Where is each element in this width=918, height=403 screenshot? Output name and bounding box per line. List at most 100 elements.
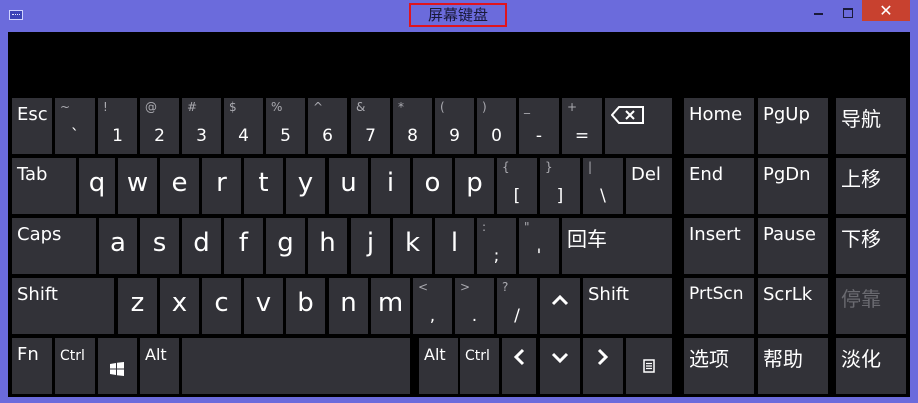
key-y[interactable]: y [286, 158, 325, 214]
key-g[interactable]: g [266, 218, 305, 274]
key-1[interactable]: ! 1 [98, 98, 137, 154]
key-arrow-down[interactable] [540, 338, 580, 394]
key-right-alt[interactable]: Alt [419, 338, 458, 394]
key-p[interactable]: p [455, 158, 494, 214]
key-v[interactable]: v [244, 278, 283, 334]
key-d[interactable]: d [182, 218, 221, 274]
windows-logo-icon [110, 362, 124, 376]
key-0[interactable]: ) 0 [477, 98, 516, 154]
key-h[interactable]: h [308, 218, 347, 274]
key-z[interactable]: z [118, 278, 157, 334]
key-end[interactable]: End [684, 158, 754, 214]
key-pgup[interactable]: PgUp [758, 98, 828, 154]
arrow-up-icon [551, 294, 569, 306]
key-l[interactable]: l [435, 218, 474, 274]
key-9[interactable]: ( 9 [435, 98, 474, 154]
key-pgdn[interactable]: PgDn [758, 158, 828, 214]
key-shift-label: } [545, 160, 553, 174]
key-arrow-right[interactable] [583, 338, 623, 394]
key-label: 停靠 [841, 287, 881, 311]
key-navigate[interactable]: 导航 [836, 98, 906, 154]
key-e[interactable]: e [160, 158, 199, 214]
key-options[interactable]: 选项 [684, 338, 754, 394]
key-space[interactable] [182, 338, 410, 394]
key-main-label: ' [536, 246, 542, 266]
title-bar[interactable]: 屏幕键盘 ✕ [0, 0, 918, 32]
key-label: Fn [17, 344, 39, 365]
key-home[interactable]: Home [684, 98, 754, 154]
key-left-shift[interactable]: Shift [12, 278, 114, 334]
key-7[interactable]: & 7 [351, 98, 390, 154]
key-backtick[interactable]: ~ ` [55, 98, 95, 154]
key-windows[interactable] [98, 338, 137, 394]
key-arrow-up[interactable] [540, 278, 580, 334]
key-arrow-left[interactable] [502, 338, 536, 394]
key-label: a [110, 228, 126, 258]
minimize-button[interactable] [808, 2, 830, 22]
key-scrlk[interactable]: ScrLk [758, 278, 828, 334]
key-label: y [297, 168, 314, 198]
key-dock[interactable]: 停靠 [836, 278, 906, 334]
key-del[interactable]: Del [626, 158, 672, 214]
key-3[interactable]: # 3 [182, 98, 221, 154]
key-semicolon[interactable]: : ; [477, 218, 516, 274]
key-5[interactable]: % 5 [266, 98, 305, 154]
key-comma[interactable]: < , [413, 278, 452, 334]
key-minus[interactable]: _ - [519, 98, 559, 154]
key-caps[interactable]: Caps [12, 218, 96, 274]
key-m[interactable]: m [371, 278, 410, 334]
key-label: 回车 [567, 227, 607, 251]
key-right-bracket[interactable]: } ] [540, 158, 580, 214]
key-prtscn[interactable]: PrtScn [684, 278, 754, 334]
key-menu[interactable] [626, 338, 672, 394]
key-pause[interactable]: Pause [758, 218, 828, 274]
key-main-label: 9 [449, 126, 460, 146]
key-period[interactable]: > . [455, 278, 494, 334]
key-help[interactable]: 帮助 [758, 338, 828, 394]
key-o[interactable]: o [413, 158, 452, 214]
key-label: Tab [17, 164, 48, 185]
key-move-down[interactable]: 下移 [836, 218, 906, 274]
key-i[interactable]: i [371, 158, 410, 214]
key-esc[interactable]: Esc [12, 98, 52, 154]
key-u[interactable]: u [329, 158, 368, 214]
close-button[interactable]: ✕ [862, 0, 910, 21]
key-backspace[interactable] [605, 98, 672, 154]
key-right-shift[interactable]: Shift [583, 278, 672, 334]
key-main-label: = [574, 126, 590, 146]
key-left-ctrl[interactable]: Ctrl [55, 338, 95, 394]
key-insert[interactable]: Insert [684, 218, 754, 274]
key-slash[interactable]: ? / [497, 278, 537, 334]
key-t[interactable]: t [244, 158, 283, 214]
key-s[interactable]: s [140, 218, 179, 274]
arrow-down-icon [551, 352, 569, 364]
key-tab[interactable]: Tab [12, 158, 76, 214]
key-fade[interactable]: 淡化 [836, 338, 906, 394]
key-shift-label: | [588, 160, 593, 174]
key-move-up[interactable]: 上移 [836, 158, 906, 214]
key-enter[interactable]: 回车 [562, 218, 672, 274]
key-2[interactable]: @ 2 [140, 98, 179, 154]
key-j[interactable]: j [351, 218, 390, 274]
key-fn[interactable]: Fn [12, 338, 52, 394]
key-backslash[interactable]: | \ [583, 158, 623, 214]
key-right-ctrl[interactable]: Ctrl [460, 338, 499, 394]
key-q[interactable]: q [79, 158, 115, 214]
key-f[interactable]: f [224, 218, 263, 274]
key-a[interactable]: a [99, 218, 137, 274]
key-n[interactable]: n [329, 278, 368, 334]
key-k[interactable]: k [393, 218, 432, 274]
key-left-alt[interactable]: Alt [140, 338, 179, 394]
key-quote[interactable]: " ' [519, 218, 559, 274]
key-left-bracket[interactable]: { [ [497, 158, 537, 214]
maximize-button[interactable] [836, 2, 858, 22]
key-4[interactable]: $ 4 [224, 98, 263, 154]
key-c[interactable]: c [202, 278, 241, 334]
key-x[interactable]: x [160, 278, 199, 334]
key-8[interactable]: * 8 [393, 98, 432, 154]
key-6[interactable]: ^ 6 [308, 98, 347, 154]
key-b[interactable]: b [286, 278, 325, 334]
key-equals[interactable]: + = [562, 98, 602, 154]
key-w[interactable]: w [118, 158, 157, 214]
key-r[interactable]: r [202, 158, 241, 214]
